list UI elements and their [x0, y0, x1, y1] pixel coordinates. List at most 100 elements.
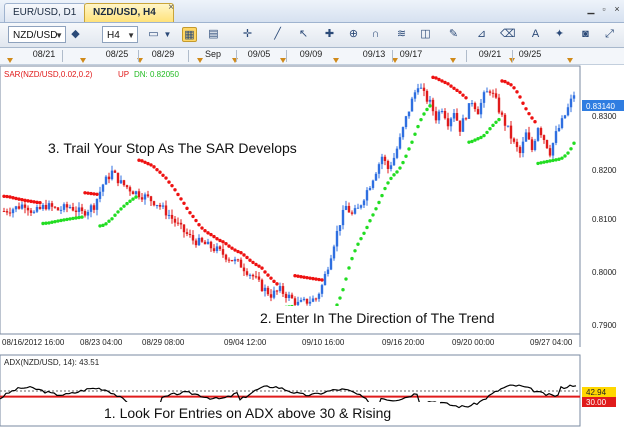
time-axis: 08/16/2012 16:00 08/23 04:00 08/29 08:00… — [2, 338, 573, 347]
candle-body — [479, 102, 483, 115]
sar-dot-up — [428, 104, 432, 108]
sar-dot-up — [491, 123, 495, 128]
sar-dot-down — [149, 163, 153, 167]
candle-body — [26, 207, 30, 211]
sar-dot-down — [272, 279, 276, 284]
candle-body — [113, 170, 117, 173]
sar-dot-down — [440, 79, 444, 83]
candle-body — [44, 204, 48, 210]
sar-dot-up — [65, 217, 69, 222]
candle-body — [428, 99, 432, 102]
sar-dot-down — [170, 183, 174, 188]
candle-body — [59, 209, 63, 211]
sar-dot-up — [47, 221, 51, 225]
candle-body — [119, 180, 123, 184]
candle-body — [278, 286, 282, 291]
x-tick-label: 08/29 08:00 — [142, 338, 185, 347]
sar-dot-up — [77, 215, 81, 220]
candle-body — [407, 111, 411, 117]
candle-body — [335, 230, 339, 247]
sar-dot-down — [320, 278, 324, 282]
candle-body — [257, 276, 261, 280]
sar-dot-up — [398, 166, 402, 170]
sar-dot-up — [128, 199, 132, 203]
sar-dot-up — [545, 159, 549, 164]
candle-body — [353, 208, 357, 214]
sar-dot-down — [317, 277, 321, 282]
candle-body — [86, 211, 90, 216]
sar-dot-down — [293, 274, 297, 278]
sar-dot-down — [35, 200, 39, 205]
candle-body — [308, 301, 312, 304]
candle-body — [47, 203, 51, 210]
sar-dot-down — [269, 276, 273, 280]
candle-body — [449, 118, 453, 127]
adx-level-label: 30.00 — [586, 398, 607, 407]
candle-body — [314, 298, 318, 300]
candle-body — [302, 298, 306, 300]
sar-dot-up — [50, 220, 54, 224]
candle-body — [443, 110, 447, 119]
candle-body — [74, 210, 78, 212]
candle-body — [134, 191, 138, 195]
candle-body — [344, 205, 348, 210]
candle-body — [83, 211, 87, 216]
candle-body — [248, 274, 252, 276]
candle-body — [77, 207, 81, 212]
candle-body — [395, 148, 399, 158]
candle-body — [485, 91, 489, 93]
candle-body — [311, 298, 315, 302]
sar-dot-down — [251, 260, 255, 265]
sar-dot-up — [338, 296, 342, 300]
sar-dot-down — [146, 161, 150, 166]
candle-body — [5, 211, 9, 213]
sar-dot-down — [230, 246, 234, 250]
candle-body — [404, 116, 408, 128]
candle-body — [431, 99, 435, 112]
candle-body — [200, 237, 204, 242]
sar-dot-down — [26, 199, 30, 203]
candle-body — [239, 259, 243, 268]
candle-body — [464, 118, 468, 120]
price-chart[interactable]: SAR(NZD/USD,0.02,0.2) UP DN: 0.82050 0.8… — [0, 0, 624, 428]
candle-body — [293, 298, 297, 305]
sar-dot-up — [104, 222, 108, 226]
sar-dot-down — [512, 86, 516, 90]
candle-body — [95, 198, 99, 210]
candle-body — [29, 210, 33, 213]
sar-dot-down — [20, 198, 24, 202]
sar-dot-up — [485, 130, 489, 135]
sar-dot-down — [248, 258, 252, 262]
candle-body — [65, 204, 69, 208]
candle-body — [221, 249, 225, 255]
sar-dot-down — [86, 191, 90, 195]
sar-dot-up — [53, 219, 57, 224]
x-tick-label: 08/23 04:00 — [80, 338, 123, 347]
sar-state: UP — [118, 70, 129, 79]
sar-dot-up — [560, 156, 564, 160]
candle-body — [131, 191, 135, 195]
candle-body — [155, 204, 159, 206]
sar-dot-up — [413, 132, 417, 136]
candle-body — [413, 92, 417, 99]
sar-dot-down — [203, 229, 207, 233]
x-tick-label: 09/27 04:00 — [530, 338, 573, 347]
sar-dot-up — [119, 207, 123, 211]
candle-body — [50, 203, 54, 207]
candle-body — [197, 237, 201, 246]
candle-body — [188, 233, 192, 235]
candle-body — [548, 148, 552, 156]
candle-body — [146, 194, 150, 197]
candle-body — [455, 113, 459, 121]
candle-body — [560, 118, 564, 128]
candle-body — [104, 176, 108, 185]
sar-dot-up — [554, 158, 558, 162]
sar-dot-down — [152, 165, 156, 169]
candle-body — [320, 285, 324, 294]
candle-body — [149, 196, 153, 202]
candle-body — [194, 240, 198, 246]
candle-body — [158, 204, 162, 207]
candle-body — [251, 274, 255, 277]
sar-dot-down — [215, 237, 219, 241]
candle-body — [365, 190, 369, 201]
